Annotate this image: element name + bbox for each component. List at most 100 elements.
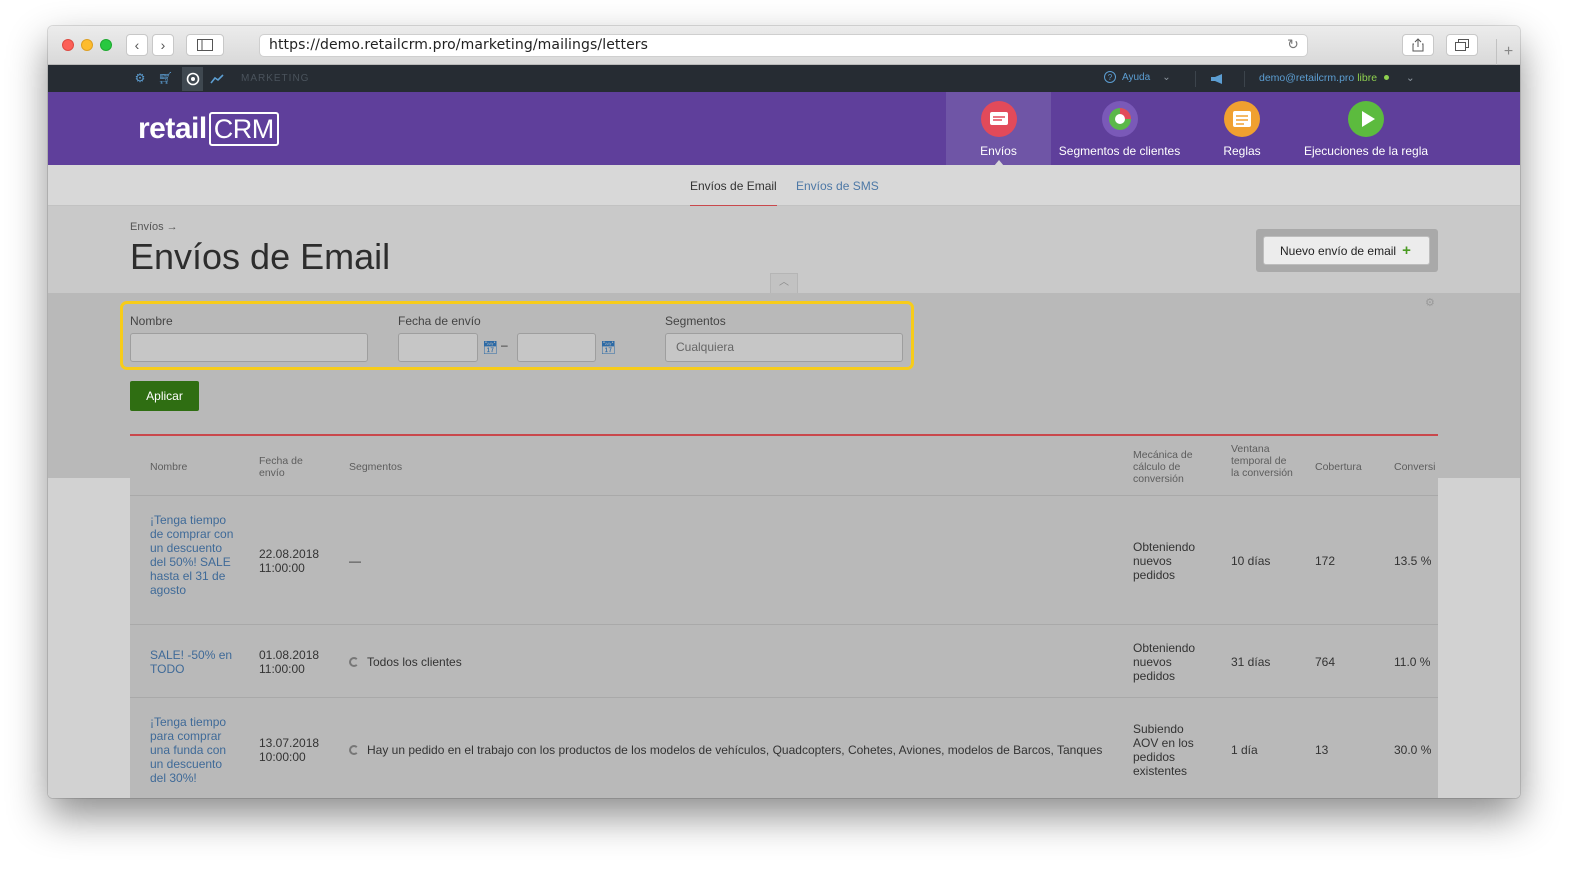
filter-settings-icon[interactable]: ⚙: [1425, 296, 1435, 309]
calendar-icon[interactable]: 📅︎: [482, 340, 499, 356]
zoom-window-button[interactable]: [100, 39, 112, 51]
tab-sms-mailings[interactable]: Envíos de SMS: [796, 179, 879, 193]
chevron-up-icon: ︿: [779, 277, 789, 288]
conversion-value: 11.0 %: [1394, 655, 1431, 669]
filter-panel: Nombre Fecha de envío 📅︎ – 📅︎ Segmentos …: [120, 301, 914, 370]
marketing-target-icon: [186, 72, 200, 86]
minimize-window-button[interactable]: [81, 39, 93, 51]
coverage-value: 172: [1315, 554, 1336, 568]
play-icon: [1348, 101, 1384, 137]
sidebar-icon: [197, 39, 213, 51]
new-button-container: Nuevo envío de email +: [1256, 229, 1438, 272]
mailings-table: Nombre Fecha de envío Segmentos Mecánica…: [130, 436, 1438, 798]
nav-envios[interactable]: Envíos: [946, 92, 1051, 166]
table-row[interactable]: ¡Tenga tiempo de comprar con un descuent…: [130, 497, 1438, 625]
date-range-separator: –: [501, 338, 508, 352]
table-row[interactable]: SALE! -50% en TODO 01.08.2018 11:00:00 To…: [130, 626, 1438, 698]
send-date: 01.08.2018 11:00:00: [259, 648, 320, 676]
mechanic-value: Subiendo AOV en los pedidos existentes: [1133, 722, 1194, 778]
col-conversion[interactable]: Conversi: [1394, 461, 1435, 473]
tab-email-mailings[interactable]: Envíos de Email: [690, 179, 777, 206]
forward-button[interactable]: ›: [152, 34, 174, 56]
coverage-value: 764: [1315, 655, 1336, 669]
segment-pie-icon: [349, 745, 359, 755]
marketing-section-active[interactable]: [182, 67, 203, 91]
online-status-icon: [1383, 75, 1389, 80]
divider: [1244, 71, 1245, 87]
breadcrumb[interactable]: Envíos →: [130, 221, 178, 233]
main-content: Envíos → Envíos de Email Nuevo envío de …: [48, 206, 1520, 798]
tabs-button[interactable]: [1446, 34, 1478, 56]
cart-icon[interactable]: 🛒︎: [158, 71, 173, 85]
window-value: 10 días: [1231, 554, 1271, 568]
app-header: retail CRM Envíos Segmentos de clientes R…: [48, 92, 1520, 166]
conversion-value: 13.5 %: [1394, 554, 1432, 568]
share-button[interactable]: [1402, 34, 1434, 56]
mechanic-value: Obteniendo nuevos pedidos: [1133, 540, 1196, 582]
mailing-name-link[interactable]: SALE! -50% en TODO: [150, 648, 236, 676]
segments-value: Todos los clientes: [349, 655, 462, 669]
col-date[interactable]: Fecha de envío: [259, 455, 319, 479]
section-label: MARKETING: [241, 73, 310, 84]
segment-pie-icon: [349, 657, 359, 667]
conversion-value: 30.0 %: [1394, 743, 1432, 757]
page-title: Envíos de Email: [130, 236, 391, 277]
collapse-filters-button[interactable]: ︿: [770, 273, 798, 293]
rules-icon: [1224, 101, 1260, 137]
nav-ejecuciones[interactable]: Ejecuciones de la regla: [1296, 92, 1436, 165]
segments-value: Hay un pedido en el trabajo con los prod…: [349, 743, 1102, 757]
window-value: 31 días: [1231, 655, 1271, 669]
mailing-name-link[interactable]: ¡Tenga tiempo para comprar una funda con…: [150, 715, 236, 785]
analytics-chart-icon[interactable]: [210, 73, 224, 85]
date-from-input[interactable]: [398, 333, 478, 362]
nav-segmentos[interactable]: Segmentos de clientes: [1051, 92, 1188, 165]
sub-navigation: Envíos de Email Envíos de SMS: [48, 165, 1520, 206]
mechanic-value: Obteniendo nuevos pedidos: [1133, 641, 1196, 683]
browser-window: ‹ › https://demo.retailcrm.pro/marketing…: [48, 26, 1520, 798]
reload-icon[interactable]: ↻: [1287, 35, 1299, 56]
tabs-icon: [1455, 39, 1469, 51]
segments-icon: [1101, 101, 1138, 137]
address-bar[interactable]: https://demo.retailcrm.pro/marketing/mai…: [259, 34, 1308, 57]
date-filter-label: Fecha de envío: [398, 314, 481, 328]
help-menu[interactable]: ? Ayuda ⌄: [1104, 71, 1171, 83]
chevron-down-icon: ⌄: [1405, 72, 1415, 84]
segments-filter-select[interactable]: Cualquiera: [665, 333, 903, 362]
table-header: Nombre Fecha de envío Segmentos Mecánica…: [130, 436, 1438, 496]
sidebar-toggle-button[interactable]: [186, 34, 224, 56]
send-date: 22.08.2018 11:00:00: [259, 547, 320, 575]
user-menu[interactable]: demo@retailcrm.pro libre ⌄: [1259, 72, 1415, 84]
close-window-button[interactable]: [62, 39, 74, 51]
name-filter-label: Nombre: [130, 314, 173, 328]
share-icon: [1412, 38, 1424, 52]
col-window[interactable]: Ventana temporal de la conversión: [1231, 443, 1293, 479]
coverage-value: 13: [1315, 743, 1329, 757]
apply-button[interactable]: Aplicar: [130, 381, 199, 411]
divider: [1195, 71, 1196, 87]
table-row[interactable]: ¡Tenga tiempo para comprar una funda con…: [130, 699, 1438, 798]
plus-icon: +: [1402, 242, 1411, 259]
nav-reglas[interactable]: Reglas: [1188, 92, 1296, 165]
new-email-mailing-button[interactable]: Nuevo envío de email +: [1263, 236, 1430, 265]
col-segments[interactable]: Segmentos: [349, 461, 402, 473]
settings-gear-icon[interactable]: ⚙: [133, 71, 147, 85]
segments-filter-label: Segmentos: [665, 314, 726, 328]
browser-toolbar: ‹ › https://demo.retailcrm.pro/marketing…: [48, 26, 1520, 65]
new-tab-button[interactable]: +: [1496, 39, 1520, 65]
back-icon: ‹: [134, 37, 140, 53]
calendar-icon[interactable]: 📅︎: [600, 340, 617, 356]
date-to-input[interactable]: [517, 333, 596, 362]
col-name[interactable]: Nombre: [150, 461, 187, 473]
top-bar: ⚙ 🛒︎ MARKETING ? Ayuda ⌄ demo@retailcrm.pr…: [48, 65, 1520, 92]
retailcrm-logo[interactable]: retail CRM: [138, 112, 279, 146]
col-mechanic[interactable]: Mecánica de cálculo de conversión: [1133, 449, 1209, 485]
chevron-down-icon: ⌄: [1162, 72, 1171, 83]
megaphone-icon[interactable]: [1210, 73, 1226, 85]
name-filter-input[interactable]: [130, 333, 368, 362]
col-coverage[interactable]: Cobertura: [1315, 461, 1362, 473]
mailing-name-link[interactable]: ¡Tenga tiempo de comprar con un descuent…: [150, 513, 236, 597]
help-icon: ?: [1104, 71, 1116, 83]
url-text: https://demo.retailcrm.pro/marketing/mai…: [269, 37, 649, 53]
segments-value: —: [349, 554, 361, 568]
back-button[interactable]: ‹: [126, 34, 148, 56]
